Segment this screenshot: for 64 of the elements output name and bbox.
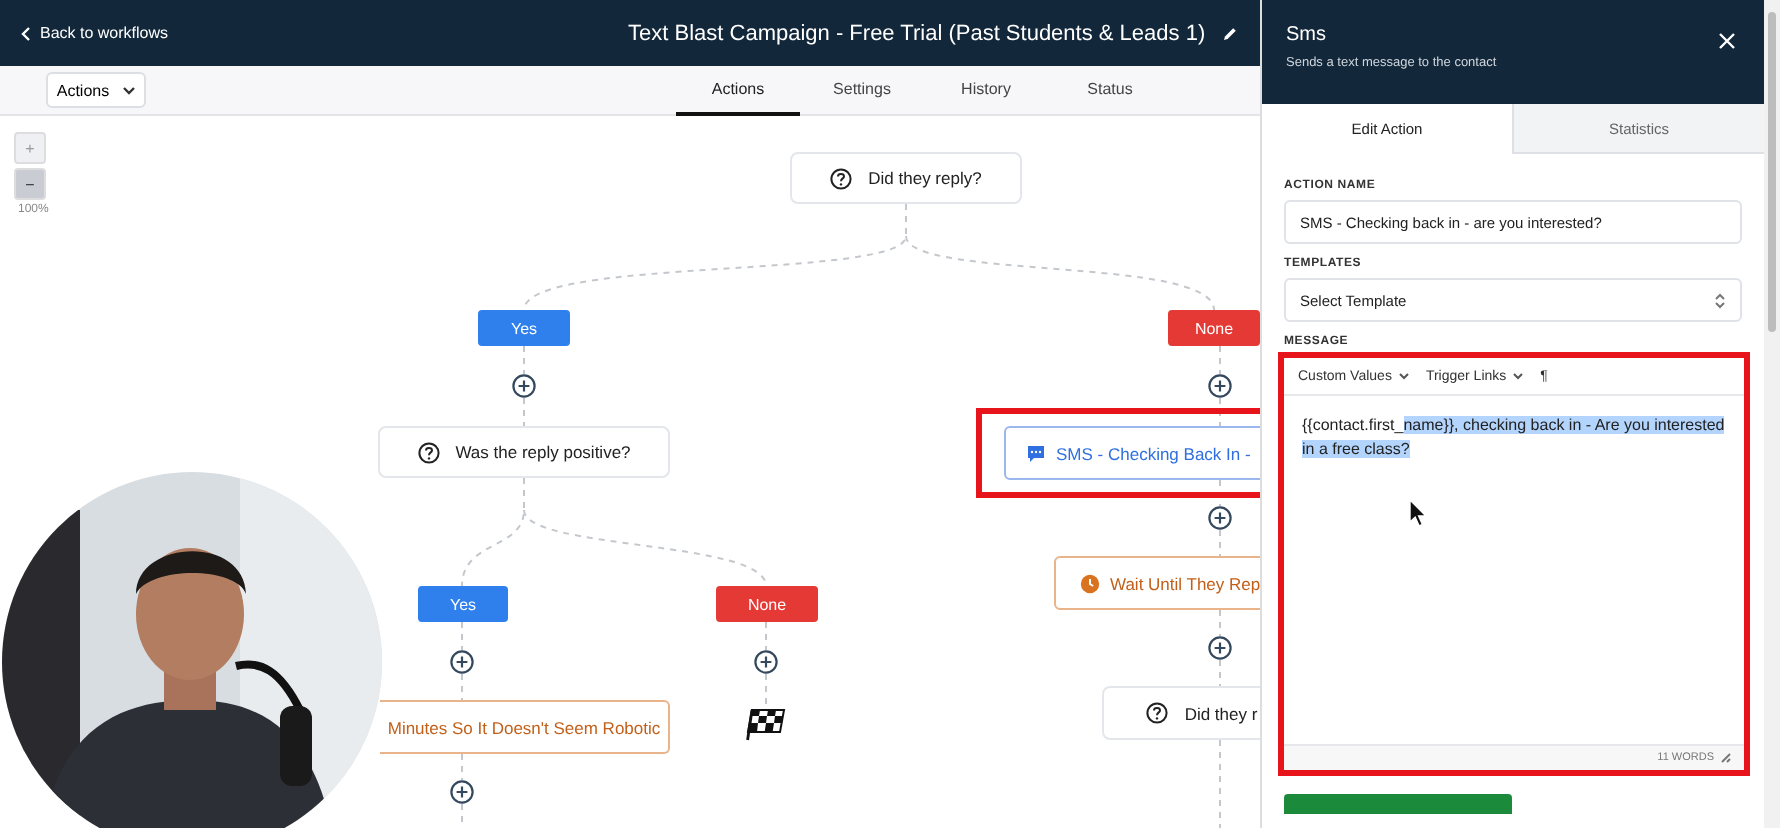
chevron-down-icon (1512, 372, 1525, 380)
add-step-icon[interactable] (1208, 374, 1232, 398)
connector-line (1219, 529, 1221, 557)
question-icon (830, 167, 853, 189)
connector-line (1219, 739, 1221, 828)
checkered-flag-icon (746, 706, 786, 742)
message-text: {{contact.first_name}}, checking back in - Are you interested in a free class? (1302, 414, 1726, 462)
connector-line (523, 345, 525, 375)
toolbar-tab[interactable]: Actions (676, 65, 800, 115)
node-label: Did they reply? (868, 168, 982, 188)
pencil-icon[interactable] (1221, 25, 1238, 41)
connector-line (1219, 659, 1221, 687)
branch-button[interactable]: None (716, 586, 818, 622)
add-step-icon[interactable] (450, 780, 474, 804)
question-icon (417, 441, 440, 463)
add-step-icon[interactable] (1208, 636, 1232, 660)
back-link[interactable]: Back to workflows (20, 24, 169, 42)
clock-icon (1080, 573, 1100, 593)
sms-node[interactable]: SMS - Checking Back In - (1004, 426, 1260, 480)
node-label: SMS - Checking Back In - (1056, 443, 1251, 463)
chat-icon (1026, 443, 1046, 463)
condition-node[interactable]: Did they r (1102, 686, 1260, 740)
add-step-icon[interactable] (450, 650, 474, 674)
add-step-icon[interactable] (512, 374, 536, 398)
branch-button[interactable]: None (1168, 310, 1260, 346)
question-icon (1146, 702, 1169, 724)
zoom-out-button[interactable]: − (14, 168, 46, 200)
toolbar-tab[interactable]: History (924, 65, 1048, 115)
connector-line (1219, 479, 1221, 507)
actions-dropdown[interactable]: Actions (46, 72, 146, 108)
branch-button[interactable]: Yes (478, 310, 570, 346)
connector-line (765, 621, 767, 651)
mouse-pointer-icon (1408, 498, 1428, 528)
condition-node[interactable]: Was the reply positive? (378, 426, 670, 478)
chevron-down-icon (1397, 372, 1410, 380)
panel-title: Sms (1286, 24, 1326, 46)
connector-line (1219, 345, 1221, 375)
resize-handle-icon[interactable] (1720, 752, 1732, 764)
scrollbar[interactable] (1764, 0, 1780, 828)
node-label: Was the reply positive? (455, 442, 631, 462)
condition-node[interactable]: Did they reply? (790, 152, 1022, 204)
connector-line (523, 397, 525, 427)
toolbar-tab[interactable]: Status (1048, 65, 1172, 115)
connector-line (1219, 609, 1221, 637)
connector-line (461, 673, 463, 701)
wait-node[interactable]: Wait Until They Rep (1054, 556, 1260, 610)
branch-button[interactable]: Yes (418, 586, 508, 622)
node-label: Wait Until They Rep (1110, 573, 1260, 593)
toolbar-tab[interactable]: Settings (800, 65, 924, 115)
chevron-left-icon (20, 25, 32, 41)
add-step-icon[interactable] (754, 650, 778, 674)
add-step-icon[interactable] (1208, 506, 1232, 530)
connector-line (1219, 397, 1221, 427)
sort-arrows-icon (1714, 291, 1726, 309)
connector-line (765, 673, 767, 705)
connector-line (461, 753, 463, 781)
workflow-title: Text Blast Campaign - Free Trial (Past Students & Leads 1) (628, 21, 1206, 45)
wait-node[interactable]: Minutes So It Doesn't Seem Robotic (380, 700, 670, 754)
chevron-down-icon (121, 85, 136, 95)
connector-line (461, 621, 463, 651)
node-label: Did they r (1184, 703, 1258, 723)
close-icon[interactable] (1718, 32, 1736, 50)
node-label: Minutes So It Doesn't Seem Robotic (387, 717, 661, 737)
connector-line (461, 803, 463, 828)
